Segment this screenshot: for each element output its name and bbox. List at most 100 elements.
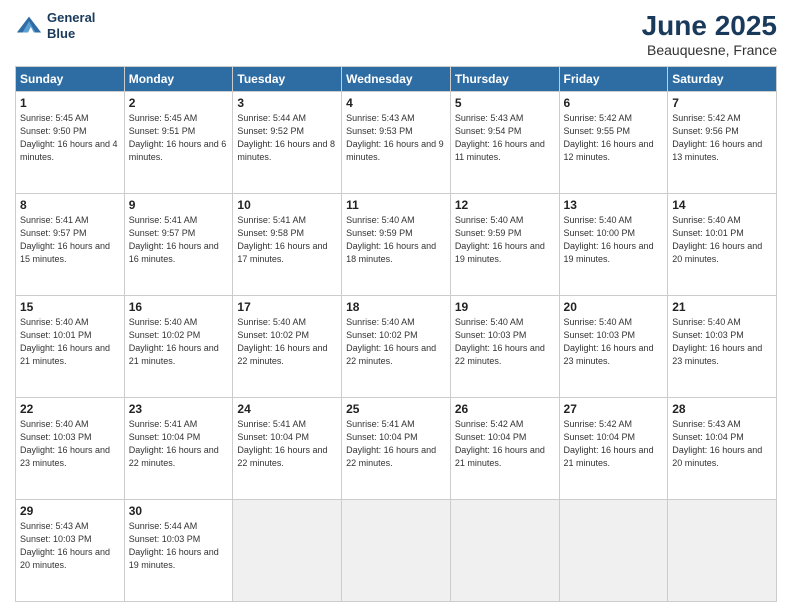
calendar-cell: 20 Sunrise: 5:40 AMSunset: 10:03 PMDaylig…: [559, 296, 668, 398]
day-number: 21: [672, 300, 772, 314]
day-number: 19: [455, 300, 555, 314]
day-info: Sunrise: 5:42 AMSunset: 9:56 PMDaylight:…: [672, 112, 772, 164]
day-number: 23: [129, 402, 229, 416]
calendar-cell: [668, 500, 777, 602]
day-info: Sunrise: 5:41 AMSunset: 10:04 PMDaylight…: [129, 418, 229, 470]
calendar-cell: [559, 500, 668, 602]
calendar-table: SundayMondayTuesdayWednesdayThursdayFrid…: [15, 66, 777, 602]
day-info: Sunrise: 5:41 AMSunset: 10:04 PMDaylight…: [346, 418, 446, 470]
title-block: June 2025 Beauquesne, France: [642, 10, 777, 58]
day-info: Sunrise: 5:40 AMSunset: 10:03 PMDaylight…: [20, 418, 120, 470]
calendar-cell: 16Sunrise: 5:40 AMSunset: 10:02 PMDaylig…: [124, 296, 233, 398]
calendar-cell: 27 Sunrise: 5:42 AMSunset: 10:04 PMDaylig…: [559, 398, 668, 500]
calendar-cell: 19 Sunrise: 5:40 AMSunset: 10:03 PMDaylig…: [450, 296, 559, 398]
day-number: 5: [455, 96, 555, 110]
day-number: 26: [455, 402, 555, 416]
day-info: Sunrise: 5:42 AMSunset: 10:04 PMDaylight…: [455, 418, 555, 470]
day-number: 22: [20, 402, 120, 416]
day-info: Sunrise: 5:40 AMSunset: 10:01 PMDaylight…: [672, 214, 772, 266]
day-number: 27: [564, 402, 664, 416]
calendar-cell: 7 Sunrise: 5:42 AMSunset: 9:56 PMDaylight…: [668, 92, 777, 194]
col-header-sunday: Sunday: [16, 67, 125, 92]
day-number: 29: [20, 504, 120, 518]
page: General Blue June 2025 Beauquesne, Franc…: [0, 0, 792, 612]
day-number: 17: [237, 300, 337, 314]
day-info: Sunrise: 5:43 AMSunset: 10:03 PMDaylight…: [20, 520, 120, 572]
calendar-cell: 17 Sunrise: 5:40 AMSunset: 10:02 PMDaylig…: [233, 296, 342, 398]
day-info: Sunrise: 5:42 AMSunset: 9:55 PMDaylight:…: [564, 112, 664, 164]
logo-text: General Blue: [47, 10, 95, 41]
calendar-cell: 21 Sunrise: 5:40 AMSunset: 10:03 PMDaylig…: [668, 296, 777, 398]
day-info: Sunrise: 5:40 AMSunset: 9:59 PMDaylight:…: [455, 214, 555, 266]
day-info: Sunrise: 5:41 AMSunset: 10:04 PMDaylight…: [237, 418, 337, 470]
day-number: 1: [20, 96, 120, 110]
calendar-cell: [233, 500, 342, 602]
main-title: June 2025: [642, 10, 777, 42]
day-number: 2: [129, 96, 229, 110]
day-info: Sunrise: 5:40 AMSunset: 10:02 PMDaylight…: [346, 316, 446, 368]
day-info: Sunrise: 5:40 AMSunset: 10:03 PMDaylight…: [564, 316, 664, 368]
day-info: Sunrise: 5:45 AMSunset: 9:50 PMDaylight:…: [20, 112, 120, 164]
calendar-cell: 10 Sunrise: 5:41 AMSunset: 9:58 PMDayligh…: [233, 194, 342, 296]
calendar-cell: 6 Sunrise: 5:42 AMSunset: 9:55 PMDaylight…: [559, 92, 668, 194]
calendar-cell: [342, 500, 451, 602]
day-info: Sunrise: 5:40 AMSunset: 10:03 PMDaylight…: [672, 316, 772, 368]
day-number: 18: [346, 300, 446, 314]
day-number: 13: [564, 198, 664, 212]
day-info: Sunrise: 5:40 AMSunset: 9:59 PMDaylight:…: [346, 214, 446, 266]
day-info: Sunrise: 5:41 AMSunset: 9:58 PMDaylight:…: [237, 214, 337, 266]
day-info: Sunrise: 5:42 AMSunset: 10:04 PMDaylight…: [564, 418, 664, 470]
day-number: 6: [564, 96, 664, 110]
calendar-cell: 28Sunrise: 5:43 AMSunset: 10:04 PMDaylig…: [668, 398, 777, 500]
day-number: 25: [346, 402, 446, 416]
col-header-thursday: Thursday: [450, 67, 559, 92]
day-info: Sunrise: 5:41 AMSunset: 9:57 PMDaylight:…: [129, 214, 229, 266]
day-number: 4: [346, 96, 446, 110]
day-number: 9: [129, 198, 229, 212]
calendar-cell: 15Sunrise: 5:40 AMSunset: 10:01 PMDaylig…: [16, 296, 125, 398]
day-info: Sunrise: 5:44 AMSunset: 10:03 PMDaylight…: [129, 520, 229, 572]
calendar-cell: 30 Sunrise: 5:44 AMSunset: 10:03 PMDaylig…: [124, 500, 233, 602]
calendar-cell: 2 Sunrise: 5:45 AMSunset: 9:51 PMDaylight…: [124, 92, 233, 194]
calendar-cell: 24 Sunrise: 5:41 AMSunset: 10:04 PMDaylig…: [233, 398, 342, 500]
day-info: Sunrise: 5:40 AMSunset: 10:02 PMDaylight…: [237, 316, 337, 368]
calendar-cell: 14 Sunrise: 5:40 AMSunset: 10:01 PMDaylig…: [668, 194, 777, 296]
calendar-cell: 4 Sunrise: 5:43 AMSunset: 9:53 PMDaylight…: [342, 92, 451, 194]
calendar-cell: 8 Sunrise: 5:41 AMSunset: 9:57 PMDaylight…: [16, 194, 125, 296]
day-number: 10: [237, 198, 337, 212]
day-info: Sunrise: 5:44 AMSunset: 9:52 PMDaylight:…: [237, 112, 337, 164]
calendar-cell: 5 Sunrise: 5:43 AMSunset: 9:54 PMDaylight…: [450, 92, 559, 194]
day-info: Sunrise: 5:45 AMSunset: 9:51 PMDaylight:…: [129, 112, 229, 164]
calendar-cell: 22 Sunrise: 5:40 AMSunset: 10:03 PMDaylig…: [16, 398, 125, 500]
calendar-cell: 3 Sunrise: 5:44 AMSunset: 9:52 PMDaylight…: [233, 92, 342, 194]
day-number: 15: [20, 300, 120, 314]
day-number: 14: [672, 198, 772, 212]
day-number: 8: [20, 198, 120, 212]
calendar-cell: 9 Sunrise: 5:41 AMSunset: 9:57 PMDaylight…: [124, 194, 233, 296]
calendar-cell: 13Sunrise: 5:40 AMSunset: 10:00 PMDaylig…: [559, 194, 668, 296]
day-number: 30: [129, 504, 229, 518]
calendar-cell: 12 Sunrise: 5:40 AMSunset: 9:59 PMDayligh…: [450, 194, 559, 296]
day-info: Sunrise: 5:43 AMSunset: 9:54 PMDaylight:…: [455, 112, 555, 164]
calendar-cell: 18 Sunrise: 5:40 AMSunset: 10:02 PMDaylig…: [342, 296, 451, 398]
col-header-tuesday: Tuesday: [233, 67, 342, 92]
day-number: 20: [564, 300, 664, 314]
day-number: 7: [672, 96, 772, 110]
day-number: 28: [672, 402, 772, 416]
day-info: Sunrise: 5:41 AMSunset: 9:57 PMDaylight:…: [20, 214, 120, 266]
logo-icon: [15, 12, 43, 40]
day-number: 12: [455, 198, 555, 212]
col-header-friday: Friday: [559, 67, 668, 92]
day-number: 24: [237, 402, 337, 416]
day-number: 11: [346, 198, 446, 212]
calendar-cell: 26 Sunrise: 5:42 AMSunset: 10:04 PMDaylig…: [450, 398, 559, 500]
calendar-cell: 25 Sunrise: 5:41 AMSunset: 10:04 PMDaylig…: [342, 398, 451, 500]
day-info: Sunrise: 5:40 AMSunset: 10:02 PMDaylight…: [129, 316, 229, 368]
col-header-saturday: Saturday: [668, 67, 777, 92]
day-info: Sunrise: 5:40 AMSunset: 10:03 PMDaylight…: [455, 316, 555, 368]
day-number: 3: [237, 96, 337, 110]
col-header-wednesday: Wednesday: [342, 67, 451, 92]
calendar-cell: 29 Sunrise: 5:43 AMSunset: 10:03 PMDaylig…: [16, 500, 125, 602]
calendar-cell: 11 Sunrise: 5:40 AMSunset: 9:59 PMDayligh…: [342, 194, 451, 296]
day-info: Sunrise: 5:43 AMSunset: 9:53 PMDaylight:…: [346, 112, 446, 164]
